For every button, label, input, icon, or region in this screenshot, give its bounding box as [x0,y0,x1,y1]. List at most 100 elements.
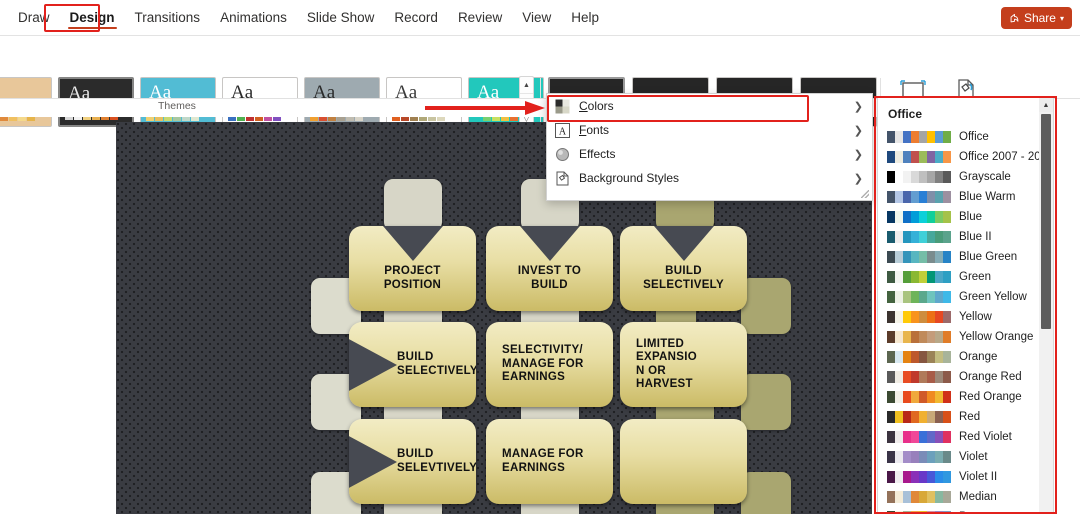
color-theme-swatches [887,471,951,483]
cell-label: LIMITED EXPANSIO N OR HARVEST [636,337,697,391]
colors-panel-scrollbar[interactable]: ▲ [1039,98,1053,513]
ribbon-tab-view[interactable]: View [512,5,561,31]
ribbon-tab-draw[interactable]: Draw [8,5,60,31]
cell-invest-to-build[interactable]: INVEST TO BUILD [486,226,613,311]
cell-label: BUILD SELECTIVELY [397,351,476,377]
cell-manage-for-earnings[interactable]: MANAGE FOR EARNINGS [486,419,613,504]
color-theme-swatches [887,431,951,443]
ribbon-tab-label: Help [571,9,599,25]
color-theme-row-office-2007-2010[interactable]: Office 2007 - 2010 [878,147,1053,167]
color-theme-row-blue[interactable]: Blue [878,207,1053,227]
color-theme-row-yellow[interactable]: Yellow [878,307,1053,327]
cell-label: BUILD SELECTIVELY [643,265,724,291]
menu-item-label: Background Styles [579,171,680,185]
cell-label: INVEST TO BUILD [517,265,582,291]
color-theme-row-red-violet[interactable]: Red Violet [878,427,1053,447]
themes-group-label: Themes [158,100,196,112]
cell-label: PROJECT POSITION [383,265,442,291]
color-theme-row-median[interactable]: Median [878,487,1053,507]
color-theme-swatches [887,291,951,303]
color-theme-name: Orange [959,351,998,363]
menu-item-label: Colors [579,99,614,113]
color-theme-row-blue-ii[interactable]: Blue II [878,227,1053,247]
color-theme-swatches [887,411,951,423]
ribbon-tab-animations[interactable]: Animations [210,5,297,31]
color-theme-row-orange-red[interactable]: Orange Red [878,367,1053,387]
ribbon-tab-review[interactable]: Review [448,5,512,31]
cell-label: SELECTIVITY/MANAGE FOR EARNINGS [502,344,584,384]
ribbon-tab-label: View [522,9,552,25]
color-theme-row-grayscale[interactable]: Grayscale [878,167,1053,187]
color-theme-row-blue-green[interactable]: Blue Green [878,247,1053,267]
color-theme-row-violet-ii[interactable]: Violet II [878,467,1053,487]
color-theme-row-red[interactable]: Red [878,407,1053,427]
arrow-right-icon [349,337,397,392]
ribbon-tab-design[interactable]: Design [60,5,125,31]
color-theme-name: Blue II [959,231,992,243]
cell-empty-bottom-right[interactable] [620,419,747,504]
arrow-down-icon [653,226,714,261]
menu-item-label: Effects [579,147,616,161]
color-theme-row-green[interactable]: Green [878,267,1053,287]
ribbon-tab-transitions[interactable]: Transitions [125,5,211,31]
color-theme-swatches [887,211,951,223]
themes-scroll-up-icon[interactable]: ▲ [520,77,533,94]
chevron-right-icon: ❯ [853,148,863,161]
cell-project-position[interactable]: PROJECT POSITION [349,226,476,311]
chevron-right-icon: ❯ [853,124,863,137]
color-theme-name: Orange Red [959,371,1022,383]
color-theme-row-violet[interactable]: Violet [878,447,1053,467]
color-theme-row-green-yellow[interactable]: Green Yellow [878,287,1053,307]
color-theme-name: Yellow Orange [959,331,1034,343]
ribbon-tab-label: Animations [220,9,287,25]
color-theme-swatches [887,191,951,203]
color-theme-name: Green Yellow [959,291,1027,303]
scrollbar-thumb[interactable] [1041,114,1051,329]
color-theme-row-paper[interactable]: Paper [878,507,1053,513]
cell-build-selectively-mid[interactable]: BUILD SELECTIVELY [349,322,476,407]
ribbon-tab-slide-show[interactable]: Slide Show [297,5,385,31]
color-theme-row-yellow-orange[interactable]: Yellow Orange [878,327,1053,347]
menu-item-fonts[interactable]: A Fonts ❯ [547,118,872,142]
share-icon [1009,13,1020,24]
color-theme-name: Red Orange [959,391,1022,403]
color-theme-name: Blue [959,211,983,223]
menu-item-effects[interactable]: Effects ❯ [547,142,872,166]
annotation-arrow [425,100,545,121]
color-theme-row-blue-warm[interactable]: Blue Warm [878,187,1053,207]
color-theme-swatches [887,491,951,503]
color-theme-row-office[interactable]: Office [878,127,1053,147]
color-theme-swatches [887,311,951,323]
color-theme-name: Yellow [959,311,992,323]
chevron-right-icon: ❯ [853,172,863,185]
arrow-right-icon [349,434,397,489]
ribbon-tab-strip: Draw Design Transitions Animations Slide Sho… [0,0,1080,36]
cell-selectivity-manage-earnings[interactable]: SELECTIVITY/MANAGE FOR EARNINGS [486,322,613,407]
ribbon-tab-label: Record [394,9,438,25]
menu-item-colors[interactable]: Colors ❯ [547,94,872,118]
colors-flyout-panel[interactable]: Office Office Office 2007 - 2010 Grayscale… [877,97,1054,514]
color-theme-name: Violet [959,451,988,463]
color-theme-row-orange[interactable]: Orange [878,347,1053,367]
matrix-side-tab [741,374,791,430]
cell-build-selectively-top[interactable]: BUILD SELECTIVELY [620,226,747,311]
color-theme-swatches [887,231,951,243]
chevron-right-icon: ❯ [853,100,863,113]
share-button[interactable]: Share ▾ [1000,7,1072,29]
menu-item-background-styles[interactable]: Background Styles ❯ [547,166,872,190]
menu-resize-grip[interactable] [861,190,869,198]
themes-dropdown-menu[interactable]: Colors ❯ A Fonts ❯ Effects ❯ Background Styles ❯ [546,93,873,201]
effects-sphere-icon [554,146,571,163]
cell-build-selevtively-bottom[interactable]: BUILD SELEVTIVELY [349,419,476,504]
ribbon-tab-label: Slide Show [306,9,375,25]
ribbon-body: aAaAaAaAaAaAa ▲ ▼ ▽ Slide Size ▾ [0,36,1080,128]
color-theme-name: Blue Warm [959,191,1016,203]
scroll-up-icon[interactable]: ▲ [1039,98,1053,112]
share-label: Share [1023,11,1056,25]
ribbon-tab-record[interactable]: Record [384,5,448,31]
cell-limited-expansion-harvest[interactable]: LIMITED EXPANSIO N OR HARVEST [620,322,747,407]
color-theme-row-red-orange[interactable]: Red Orange [878,387,1053,407]
ribbon-tab-help[interactable]: Help [561,5,609,31]
cell-label: BUILD SELEVTIVELY [397,448,476,474]
active-tab-underline [67,26,117,30]
